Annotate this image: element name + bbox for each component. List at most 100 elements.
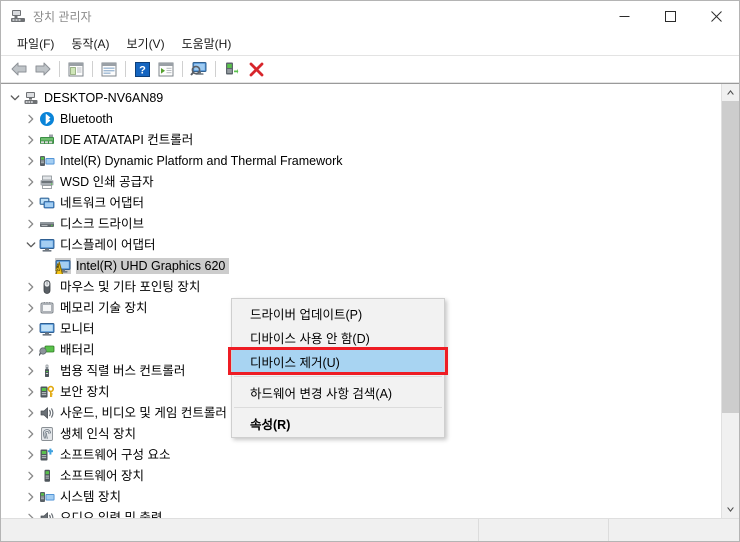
toolbar-separator: [92, 61, 93, 77]
ide-controller-icon: [39, 132, 55, 148]
minimize-button[interactable]: [601, 1, 647, 31]
system-device-icon: [39, 489, 55, 505]
chevron-right-icon[interactable]: [23, 111, 39, 127]
chevron-right-icon[interactable]: [23, 132, 39, 148]
close-button[interactable]: [693, 1, 739, 31]
ctx-disable-device[interactable]: 디바이스 사용 안 함(D): [232, 325, 444, 349]
device-manager-window: 장치 관리자 파일(F) 동작(A) 보기(V) 도움말(H) ? DESKTO…: [0, 0, 740, 542]
tree-item[interactable]: Intel(R) Dynamic Platform and Thermal Fr…: [1, 150, 721, 171]
usb-controller-icon: [39, 363, 55, 379]
forward-icon[interactable]: [31, 58, 55, 80]
context-menu-separator: [234, 376, 442, 377]
context-menu[interactable]: 드라이버 업데이트(P) 디바이스 사용 안 함(D) 디바이스 제거(U) 하드웨어…: [231, 298, 445, 438]
tree-item[interactable]: Intel(R) UHD Graphics 620: [1, 255, 721, 276]
printer-icon: [39, 174, 55, 190]
scrollbar-thumb[interactable]: [722, 101, 739, 413]
ctx-update-driver[interactable]: 드라이버 업데이트(P): [232, 301, 444, 325]
ctx-uninstall-device[interactable]: 디바이스 제거(U): [232, 349, 444, 373]
menu-file[interactable]: 파일(F): [9, 32, 63, 55]
context-menu-separator: [234, 407, 442, 408]
show-hide-console-tree-icon[interactable]: [154, 58, 178, 80]
chevron-none-icon: [39, 258, 55, 274]
tree-item-label: IDE ATA/ATAPI 컨트롤러: [60, 132, 194, 147]
tree-item-label: 보안 장치: [60, 384, 110, 399]
scroll-down-icon[interactable]: [722, 501, 739, 518]
chevron-right-icon[interactable]: [23, 321, 39, 337]
window-title: 장치 관리자: [33, 9, 92, 24]
scroll-up-icon[interactable]: [722, 84, 739, 101]
menu-action[interactable]: 동작(A): [63, 32, 118, 55]
tree-item-label: 소프트웨어 장치: [60, 468, 144, 483]
tree-item[interactable]: WSD 인쇄 공급자: [1, 171, 721, 192]
chevron-down-icon[interactable]: [7, 90, 23, 106]
tree-item[interactable]: 네트워크 어댑터: [1, 192, 721, 213]
security-device-icon: [39, 384, 55, 400]
tree-item[interactable]: Bluetooth: [1, 108, 721, 129]
ctx-scan-hardware[interactable]: 하드웨어 변경 사항 검색(A): [232, 380, 444, 404]
menu-help[interactable]: 도움말(H): [174, 32, 241, 55]
tree-item[interactable]: 소프트웨어 장치: [1, 465, 721, 486]
device-manager-icon: [10, 8, 26, 24]
ctx-properties[interactable]: 속성(R): [232, 411, 444, 435]
tree-item-label: DESKTOP-NV6AN89: [44, 90, 164, 105]
tree-item[interactable]: 오디오 입력 및 출력: [1, 507, 721, 518]
context-menu-item-label: 드라이버 업데이트(P): [250, 307, 363, 322]
scrollbar-track[interactable]: [722, 101, 739, 501]
software-component-icon: [39, 447, 55, 463]
chevron-right-icon[interactable]: [23, 153, 39, 169]
chevron-right-icon[interactable]: [23, 300, 39, 316]
vertical-scrollbar[interactable]: [721, 84, 739, 518]
chevron-right-icon[interactable]: [23, 405, 39, 421]
tree-item[interactable]: 시스템 장치: [1, 486, 721, 507]
chevron-right-icon[interactable]: [23, 363, 39, 379]
chevron-right-icon[interactable]: [23, 174, 39, 190]
chevron-right-icon[interactable]: [23, 510, 39, 518]
properties-icon[interactable]: [97, 58, 121, 80]
menu-view[interactable]: 보기(V): [118, 32, 173, 55]
back-icon[interactable]: [7, 58, 31, 80]
chevron-right-icon[interactable]: [23, 195, 39, 211]
context-menu-item-label: 디바이스 사용 안 함(D): [250, 331, 370, 346]
help-icon[interactable]: ?: [130, 58, 154, 80]
svg-text:?: ?: [139, 64, 146, 76]
tree-item[interactable]: DESKTOP-NV6AN89: [1, 87, 721, 108]
toolbar-separator: [59, 61, 60, 77]
tree-item[interactable]: 디스크 드라이브: [1, 213, 721, 234]
update-driver-icon[interactable]: [220, 58, 244, 80]
toolbar: ?: [1, 55, 739, 83]
toolbar-separator: [125, 61, 126, 77]
status-bar: [1, 518, 739, 541]
chevron-down-icon[interactable]: [23, 237, 39, 253]
system-device-icon: [39, 153, 55, 169]
maximize-button[interactable]: [647, 1, 693, 31]
context-menu-item-label: 하드웨어 변경 사항 검색(A): [250, 386, 393, 401]
disk-drive-icon: [39, 216, 55, 232]
display-adapter-warning-icon: [55, 257, 71, 275]
chevron-right-icon[interactable]: [23, 489, 39, 505]
chevron-right-icon[interactable]: [23, 216, 39, 232]
tree-item-label: 소프트웨어 구성 요소: [60, 447, 171, 462]
sound-device-icon: [39, 405, 55, 421]
tree-item[interactable]: 디스플레이 어댑터: [1, 234, 721, 255]
client-area: DESKTOP-NV6AN89 Bluetooth IDE ATA/ATAPI 컨트…: [1, 83, 739, 518]
tree-item[interactable]: 소프트웨어 구성 요소: [1, 444, 721, 465]
console-tree-icon[interactable]: [64, 58, 88, 80]
chevron-right-icon[interactable]: [23, 447, 39, 463]
chevron-right-icon[interactable]: [23, 426, 39, 442]
bluetooth-icon: [39, 111, 55, 127]
tree-item-label: Bluetooth: [60, 111, 113, 126]
toolbar-separator: [182, 61, 183, 77]
chevron-right-icon[interactable]: [23, 279, 39, 295]
tree-item-label: 디스플레이 어댑터: [60, 237, 156, 252]
menu-bar: 파일(F) 동작(A) 보기(V) 도움말(H): [1, 31, 739, 55]
chevron-right-icon[interactable]: [23, 384, 39, 400]
uninstall-device-icon[interactable]: [244, 58, 268, 80]
chevron-right-icon[interactable]: [23, 468, 39, 484]
context-menu-item-label: 디바이스 제거(U): [250, 355, 340, 370]
scan-hardware-changes-icon[interactable]: [187, 58, 211, 80]
chevron-right-icon[interactable]: [23, 342, 39, 358]
tree-item[interactable]: 마우스 및 기타 포인팅 장치: [1, 276, 721, 297]
tree-item[interactable]: IDE ATA/ATAPI 컨트롤러: [1, 129, 721, 150]
tree-item-label: 모니터: [60, 321, 95, 336]
tree-item-label: WSD 인쇄 공급자: [60, 174, 154, 189]
